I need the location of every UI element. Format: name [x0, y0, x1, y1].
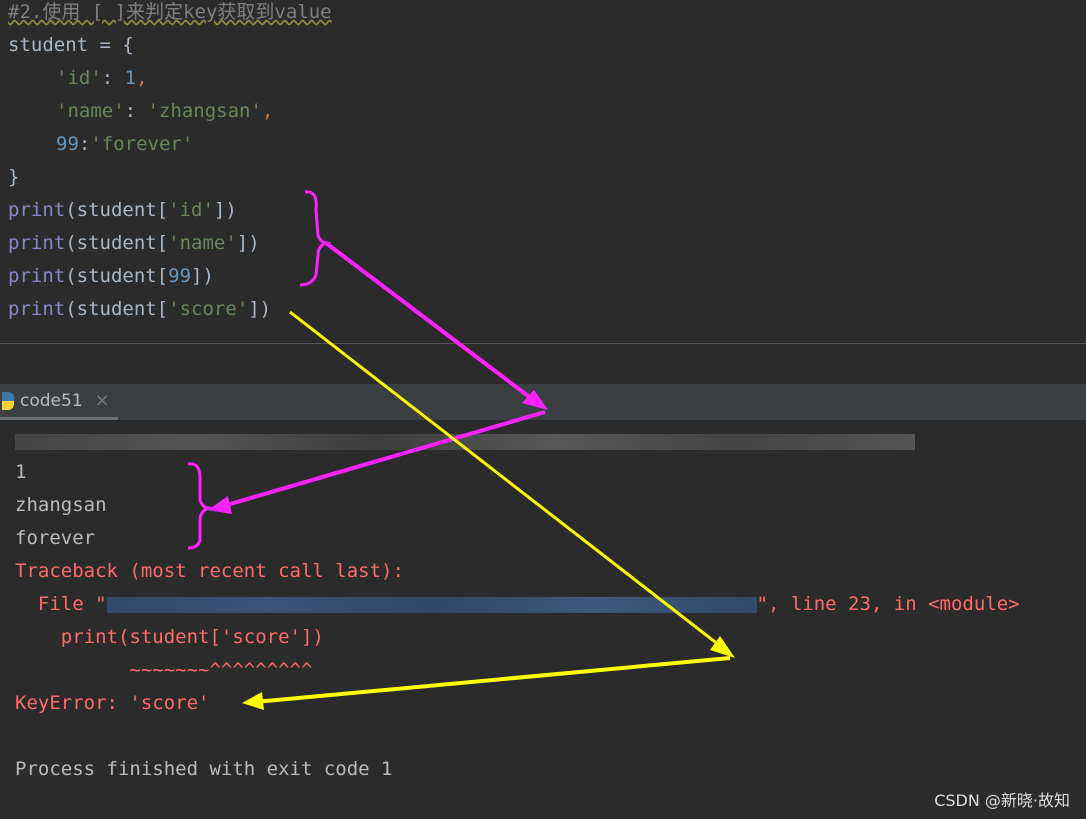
run-tab[interactable]: code51 × — [0, 384, 118, 420]
blurred-file-path[interactable] — [106, 596, 757, 613]
code-line: student = { — [8, 34, 134, 56]
close-icon[interactable]: × — [95, 390, 110, 411]
output-line: zhangsan — [15, 494, 107, 516]
traceback-file: File " ", line 23, in <module> — [15, 593, 1020, 615]
blurred-command-line — [15, 425, 915, 458]
code-line: print(student['name']) — [8, 232, 260, 254]
traceback-marker: ~~~~~~~^^^^^^^^^ — [15, 659, 313, 681]
key-error: KeyError: 'score' — [15, 692, 210, 714]
code-line: 'id': 1, — [56, 67, 148, 89]
code-line: } — [8, 166, 20, 188]
code-editor[interactable]: #2.使用 [ ]来判定key获取到value student = { 'id'… — [0, 0, 1086, 344]
panel-gap — [0, 344, 1086, 384]
code-line: print(student[99]) — [8, 265, 214, 287]
output-line: 1 — [15, 461, 27, 483]
traceback-code: print(student['score']) — [15, 626, 324, 648]
run-tab-label: code51 — [20, 390, 83, 411]
python-icon — [2, 391, 14, 410]
run-tab-bar: code51 × — [0, 384, 1086, 420]
code-line: print(student['id']) — [8, 199, 237, 221]
watermark: CSDN @新晓·故知 — [934, 791, 1070, 810]
console-output[interactable]: 1 zhangsan forever Traceback (most recen… — [0, 420, 1086, 819]
code-line: 'name': 'zhangsan', — [56, 100, 274, 122]
traceback-header: Traceback (most recent call last): — [15, 560, 404, 582]
exit-status: Process finished with exit code 1 — [15, 758, 393, 780]
comment-line: #2.使用 [ ]来判定key获取到value — [8, 1, 332, 23]
output-line: forever — [15, 527, 96, 549]
code-line: print(student['score']) — [8, 298, 272, 320]
code-line: 99:'forever' — [56, 133, 194, 155]
